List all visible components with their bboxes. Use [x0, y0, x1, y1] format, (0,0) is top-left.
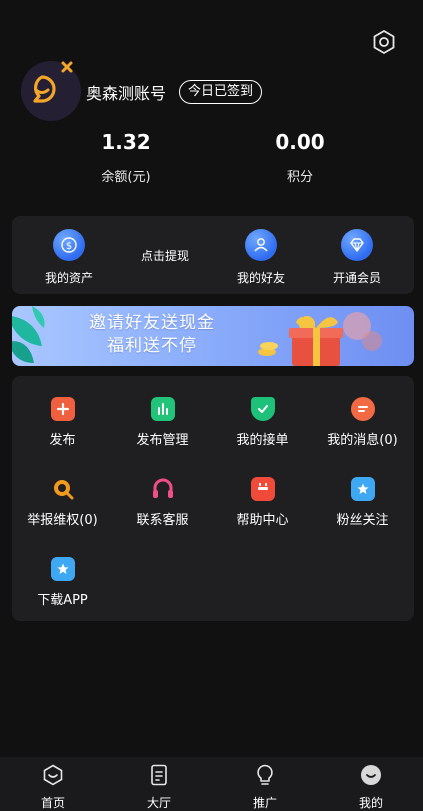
banner-text: 邀请好友送现金 福利送不停 [72, 312, 232, 358]
fans-follow-button[interactable]: 粉丝关注 [312, 477, 413, 528]
my-friends-label: 我的好友 [236, 271, 285, 285]
my-assets-button[interactable]: $ 我的资产 [24, 229, 114, 286]
message-icon [350, 397, 375, 421]
shield-check-icon [250, 397, 275, 421]
vip-label: 开通会员 [332, 271, 381, 285]
publish-manage-button[interactable]: 发布管理 [112, 397, 213, 448]
bar-chart-icon [150, 397, 175, 421]
bulb-icon [257, 764, 273, 785]
help-box-icon [250, 477, 275, 501]
tab-promote-label: 推广 [252, 796, 277, 810]
tab-home[interactable]: 首页 [0, 757, 106, 811]
my-orders-label: 我的接单 [236, 433, 289, 448]
report-label: 举报维权(0) [27, 513, 98, 528]
my-friends-button[interactable]: 我的好友 [216, 229, 306, 286]
tab-mine-label: 我的 [358, 796, 383, 810]
withdraw-button[interactable]: 点击提现 [120, 247, 210, 264]
download-app-button[interactable]: 下载APP [12, 557, 113, 608]
smile-icon [361, 765, 381, 785]
settings-icon [373, 29, 395, 55]
gift-box-icon [258, 312, 382, 366]
my-assets-label: 我的资产 [44, 271, 93, 285]
tab-mine[interactable]: 我的 [318, 757, 423, 811]
download-app-label: 下载APP [37, 593, 88, 608]
publish-manage-label: 发布管理 [136, 433, 189, 448]
publish-label: 发布 [49, 433, 76, 448]
invite-banner[interactable]: 邀请好友送现金 福利送不停 [12, 306, 414, 366]
my-messages-label: 我的消息(0) [327, 433, 398, 448]
home-icon [43, 764, 63, 786]
balance-value: 1.32 [101, 130, 151, 154]
vip-button[interactable]: 开通会员 [312, 229, 402, 286]
quick-actions-card: $ 我的资产 点击提现 我的好友 开通会员 [12, 216, 414, 294]
my-messages-button[interactable]: 我的消息(0) [312, 397, 413, 448]
tab-hall[interactable]: 大厅 [106, 757, 212, 811]
tab-promote[interactable]: 推广 [212, 757, 318, 811]
tab-home-label: 首页 [40, 796, 65, 810]
star-icon [350, 477, 375, 501]
dollar-coin-icon: $ [53, 229, 85, 261]
report-button[interactable]: 举报维权(0) [12, 477, 113, 528]
settings-button[interactable] [370, 28, 398, 56]
document-icon [151, 764, 167, 786]
plus-icon [50, 397, 75, 421]
help-center-button[interactable]: 帮助中心 [212, 477, 313, 528]
fans-follow-label: 粉丝关注 [336, 513, 389, 528]
publish-button[interactable]: 发布 [12, 397, 113, 448]
balance-label: 余额(元) [101, 170, 151, 185]
customer-service-label: 联系客服 [136, 513, 189, 528]
withdraw-label: 点击提现 [140, 249, 189, 263]
friends-icon [245, 229, 277, 261]
username: 奥森测账号 [86, 84, 167, 103]
avatar[interactable] [21, 61, 81, 121]
diamond-icon [341, 229, 373, 261]
star-download-icon [50, 557, 75, 581]
services-card: 发布 发布管理 我的接单 我的消息(0) 举报维权(0) 联系客服 帮助中心 粉… [12, 376, 414, 621]
tab-hall-label: 大厅 [146, 796, 171, 810]
points-label: 积分 [286, 170, 313, 185]
headset-icon [151, 477, 175, 501]
leaf-decoration-icon [12, 306, 45, 363]
avatar-logo-icon [33, 61, 73, 103]
bottom-tab-bar: 首页 大厅 推广 我的 [0, 757, 423, 811]
checkin-badge[interactable]: 今日已签到 [179, 80, 263, 104]
my-orders-button[interactable]: 我的接单 [212, 397, 313, 448]
points-value: 0.00 [275, 130, 325, 154]
search-report-icon [51, 477, 75, 501]
customer-service-button[interactable]: 联系客服 [112, 477, 213, 528]
help-center-label: 帮助中心 [236, 513, 289, 528]
svg-text:$: $ [66, 241, 72, 252]
banner-line-1: 邀请好友送现金 [89, 313, 215, 333]
banner-line-2: 福利送不停 [107, 336, 197, 356]
